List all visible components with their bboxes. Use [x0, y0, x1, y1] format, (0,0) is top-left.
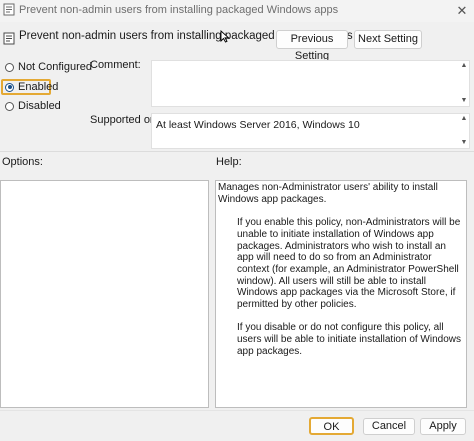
scroll-down-icon[interactable]: ▼ [460, 139, 468, 147]
help-paragraph: If you disable or do not configure this … [237, 322, 461, 357]
apply-button[interactable]: Apply [420, 418, 466, 435]
scroll-up-icon[interactable]: ▲ [460, 62, 468, 70]
policy-document-icon [3, 3, 15, 16]
close-icon[interactable]: ✕ [452, 2, 472, 19]
mouse-pointer-icon [220, 30, 230, 43]
window-title: Prevent non-admin users from installing … [19, 4, 339, 16]
options-label: Options: [2, 156, 43, 168]
supported-on-label: Supported on: [90, 114, 160, 126]
divider [0, 151, 474, 152]
comment-field[interactable]: ▲ ▼ [151, 60, 470, 107]
radio-label: Not Configured [18, 61, 92, 73]
radio-not-configured[interactable]: Not Configured [5, 60, 92, 74]
radio-enabled[interactable]: Enabled [5, 80, 58, 94]
help-scrollbar[interactable] [467, 180, 474, 408]
radio-label: Enabled [18, 81, 59, 93]
radio-label: Disabled [18, 100, 61, 112]
footer-divider [0, 410, 474, 411]
radio-disabled[interactable]: Disabled [5, 99, 61, 113]
previous-setting-button[interactable]: Previous Setting [276, 30, 348, 62]
radio-button[interactable] [5, 62, 14, 72]
scroll-down-icon[interactable]: ▼ [460, 97, 468, 105]
supported-on-field: At least Windows Server 2016, Windows 10… [151, 113, 470, 149]
comment-label: Comment: [90, 59, 141, 71]
options-panel [0, 180, 209, 408]
cancel-button[interactable]: Cancel [363, 418, 415, 435]
ok-button[interactable]: OK [309, 417, 354, 435]
title-bar: Prevent non-admin users from installing … [0, 0, 474, 22]
help-label: Help: [216, 156, 242, 168]
help-panel: Manages non-Administrator users' ability… [215, 180, 467, 408]
policy-document-icon [3, 32, 15, 45]
scroll-up-icon[interactable]: ▲ [460, 115, 468, 123]
help-paragraph: If you enable this policy, non-Administr… [237, 217, 461, 311]
help-paragraph: Manages non-Administrator users' ability… [218, 182, 438, 205]
next-setting-button[interactable]: Next Setting [354, 30, 422, 49]
radio-button[interactable] [5, 101, 14, 111]
help-text: Manages non-Administrator users' ability… [218, 182, 464, 358]
supported-on-value: At least Windows Server 2016, Windows 10 [156, 119, 360, 131]
radio-button[interactable] [5, 82, 14, 92]
